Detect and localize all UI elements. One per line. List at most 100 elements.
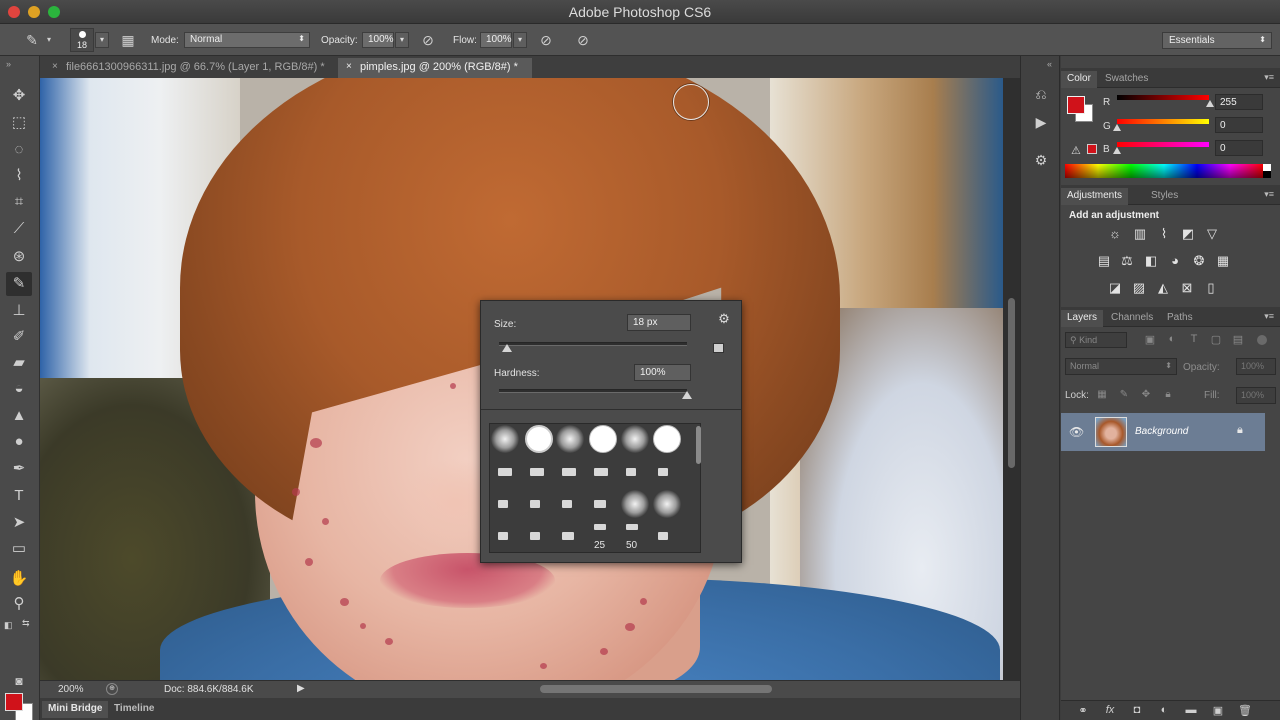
new-group-icon[interactable]: ▬ bbox=[1183, 704, 1199, 718]
lock-transparent-icon[interactable]: ▦ bbox=[1095, 388, 1109, 402]
pressure-brush-preset[interactable] bbox=[562, 468, 576, 476]
selective-color-icon[interactable]: ⊠ bbox=[1178, 280, 1196, 296]
mode-select[interactable]: Normal ⬍ bbox=[184, 32, 310, 48]
panel-menu-icon[interactable]: ▾≡ bbox=[1264, 72, 1274, 83]
gear-icon[interactable]: ⚙ bbox=[716, 311, 732, 327]
posterize-icon[interactable]: ▨ bbox=[1130, 280, 1148, 296]
quick-mask-icon[interactable]: ◙ bbox=[6, 669, 32, 693]
pressure-brush-preset[interactable] bbox=[658, 532, 668, 540]
default-colors-icon[interactable]: ◧ bbox=[4, 620, 13, 631]
pressure-brush-preset[interactable] bbox=[658, 468, 668, 476]
soft-round-brush-preset[interactable] bbox=[556, 425, 584, 453]
pressure-size-icon[interactable]: ⊘ bbox=[573, 30, 593, 50]
clone-stamp-tool-icon[interactable]: ⊥ bbox=[6, 299, 32, 323]
lock-position-icon[interactable]: ✥ bbox=[1139, 388, 1153, 402]
tab-mini-bridge[interactable]: Mini Bridge bbox=[42, 701, 109, 718]
flow-field[interactable]: 100% bbox=[480, 32, 512, 48]
adjustment-filter-icon[interactable]: ◐ bbox=[1165, 333, 1179, 347]
pen-tool-icon[interactable]: ✒ bbox=[6, 457, 32, 481]
close-tab-icon[interactable]: × bbox=[346, 61, 352, 72]
tab-paths[interactable]: Paths bbox=[1161, 310, 1199, 327]
move-tool-icon[interactable]: ✥ bbox=[6, 84, 32, 108]
blur-tool-icon[interactable]: ▲ bbox=[6, 404, 32, 428]
soft-round-brush-preset[interactable] bbox=[653, 490, 681, 518]
tab-layers[interactable]: Layers bbox=[1061, 310, 1104, 327]
hard-round-brush-preset[interactable] bbox=[653, 425, 681, 453]
pressure-brush-preset[interactable] bbox=[626, 524, 638, 530]
hue-saturation-icon[interactable]: ▤ bbox=[1095, 253, 1113, 269]
tab-adjustments[interactable]: Adjustments bbox=[1061, 188, 1129, 205]
b-slider-thumb[interactable] bbox=[1113, 147, 1121, 154]
hard-round-brush-preset[interactable] bbox=[525, 425, 553, 453]
filter-toggle[interactable] bbox=[1257, 335, 1267, 345]
r-value-field[interactable]: 255 bbox=[1215, 94, 1263, 110]
new-layer-icon[interactable]: ▣ bbox=[1210, 704, 1226, 718]
pressure-brush-preset[interactable] bbox=[530, 468, 544, 476]
black-white-icon[interactable]: ◧ bbox=[1142, 253, 1160, 269]
r-slider-track[interactable] bbox=[1117, 95, 1209, 100]
color-spectrum-ramp[interactable] bbox=[1065, 164, 1263, 178]
chevron-down-icon[interactable]: ▾ bbox=[44, 30, 54, 50]
g-value-field[interactable]: 0 bbox=[1215, 117, 1263, 133]
pixel-filter-icon[interactable]: ▣ bbox=[1143, 333, 1157, 347]
rectangle-tool-icon[interactable]: ▭ bbox=[6, 537, 32, 561]
lock-all-icon[interactable]: 🔒︎ bbox=[1161, 388, 1175, 402]
pressure-brush-preset[interactable] bbox=[498, 468, 512, 476]
exposure-icon[interactable]: ◩ bbox=[1179, 226, 1197, 242]
pressure-brush-preset[interactable] bbox=[498, 500, 508, 508]
pressure-brush-preset[interactable] bbox=[498, 532, 508, 540]
add-mask-icon[interactable]: ◘ bbox=[1129, 704, 1145, 718]
tab-timeline[interactable]: Timeline bbox=[108, 701, 160, 718]
canvas-vertical-scrollbar[interactable] bbox=[1003, 78, 1020, 680]
dodge-tool-icon[interactable]: ● bbox=[6, 430, 32, 454]
zoom-level[interactable]: 200% bbox=[58, 684, 84, 695]
tab-styles[interactable]: Styles bbox=[1145, 188, 1184, 205]
airbrush-icon[interactable]: ⊘ bbox=[536, 30, 556, 50]
tab-swatches[interactable]: Swatches bbox=[1099, 71, 1154, 88]
color-foreground-swatch[interactable] bbox=[1067, 96, 1085, 114]
paint-bucket-tool-icon[interactable]: ◒ bbox=[6, 377, 32, 401]
brush-tool-preset-icon[interactable]: ✎ bbox=[22, 30, 42, 50]
invert-icon[interactable]: ◪ bbox=[1106, 280, 1124, 296]
hardness-slider-thumb[interactable] bbox=[682, 391, 692, 399]
layer-kind-filter[interactable]: ⚲ Kind bbox=[1065, 332, 1127, 348]
pressure-brush-preset[interactable] bbox=[594, 524, 606, 530]
tab-file6661300966311[interactable]: × file6661300966311.jpg @ 66.7% (Layer 1… bbox=[44, 58, 336, 78]
crop-tool-icon[interactable]: ⌗ bbox=[6, 190, 32, 214]
brush-picker-dropdown[interactable]: ▾ bbox=[95, 32, 109, 48]
history-brush-tool-icon[interactable]: ✐ bbox=[6, 325, 32, 349]
brush-panel-toggle-icon[interactable]: ▦ bbox=[118, 30, 138, 50]
pressure-opacity-icon[interactable]: ⊘ bbox=[418, 30, 438, 50]
path-selection-tool-icon[interactable]: ➤ bbox=[6, 511, 32, 535]
link-layers-icon[interactable]: ⚭ bbox=[1075, 704, 1091, 718]
quick-selection-tool-icon[interactable]: ⌇ bbox=[6, 164, 32, 188]
panel-menu-icon[interactable]: ▾≡ bbox=[1264, 189, 1274, 200]
status-menu-arrow-icon[interactable]: ▶ bbox=[297, 683, 305, 694]
brush-size-picker[interactable]: 18 bbox=[70, 28, 94, 52]
hand-tool-icon[interactable]: ✋ bbox=[6, 567, 32, 591]
tab-color[interactable]: Color bbox=[1061, 71, 1097, 88]
size-slider-track[interactable] bbox=[499, 342, 687, 346]
pressure-brush-preset[interactable] bbox=[530, 532, 540, 540]
gamut-swatch[interactable] bbox=[1087, 144, 1097, 154]
type-tool-icon[interactable]: T bbox=[6, 484, 32, 508]
eraser-tool-icon[interactable]: ▰ bbox=[6, 351, 32, 375]
smart-object-filter-icon[interactable]: ▤ bbox=[1231, 333, 1245, 347]
pressure-brush-preset[interactable] bbox=[562, 500, 572, 508]
soft-round-brush-preset[interactable] bbox=[621, 425, 649, 453]
layer-style-fx-icon[interactable]: fx bbox=[1102, 704, 1118, 718]
hard-round-brush-preset[interactable] bbox=[589, 425, 617, 453]
type-filter-icon[interactable]: T bbox=[1187, 333, 1201, 347]
collapse-icon[interactable]: » bbox=[6, 59, 11, 69]
gamut-warning-icon[interactable]: ⚠ bbox=[1071, 144, 1081, 157]
lasso-tool-icon[interactable]: ◌ bbox=[6, 138, 32, 162]
workspace-switcher[interactable]: Essentials ⬍ bbox=[1162, 32, 1272, 49]
pressure-brush-preset[interactable] bbox=[626, 468, 636, 476]
layer-name[interactable]: Background bbox=[1135, 426, 1188, 437]
visibility-eye-icon[interactable]: 👁︎ bbox=[1069, 425, 1084, 439]
b-value-field[interactable]: 0 bbox=[1215, 140, 1263, 156]
layer-opacity-field[interactable]: 100% bbox=[1236, 358, 1276, 375]
panel-menu-icon[interactable]: ▾≡ bbox=[1264, 311, 1274, 322]
zoom-tool-icon[interactable]: ⚲ bbox=[6, 592, 32, 616]
new-preset-icon[interactable] bbox=[713, 343, 724, 353]
